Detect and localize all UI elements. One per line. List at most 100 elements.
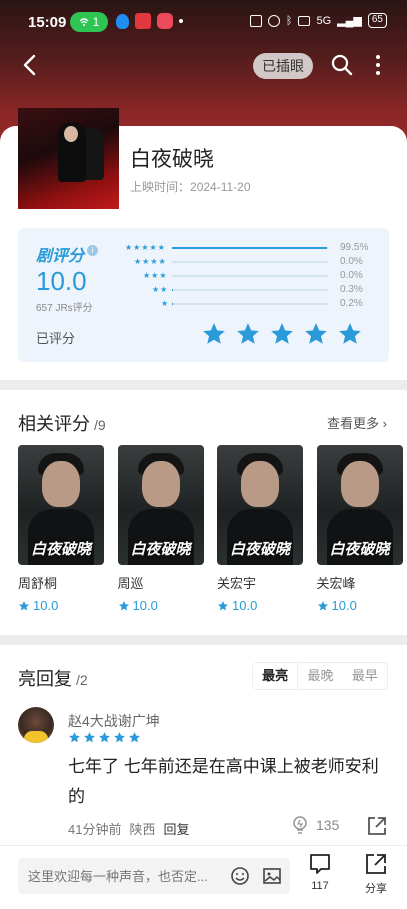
distribution-row: ★ 0.2% — [118, 298, 378, 310]
status-bar: 15:09 1 ᛒ 5G ▂▄▆ 65 — [0, 0, 407, 44]
related-score: 10.0 — [118, 598, 204, 613]
emoji-icon[interactable] — [230, 866, 250, 886]
see-more-link[interactable]: 查看更多 › — [327, 413, 387, 432]
distribution-stars: ★ — [161, 299, 170, 308]
share-reply-icon[interactable] — [366, 815, 388, 837]
related-item[interactable]: 白夜破晓关宏宇 10.0 — [217, 445, 303, 613]
sort-tabs: 最亮 最晚 最早 — [252, 662, 388, 690]
reply-star-icon — [114, 732, 125, 743]
distribution-percent: 0.3% — [340, 284, 363, 295]
distribution-bar — [172, 303, 328, 305]
star-icon — [317, 600, 328, 610]
distribution-percent: 99.5% — [340, 242, 369, 253]
avatar[interactable] — [18, 707, 54, 743]
related-name: 周巡 — [117, 576, 144, 591]
qq-icon — [116, 13, 129, 29]
like-button[interactable]: 135 — [290, 815, 339, 835]
status-time: 15:09 — [28, 14, 67, 31]
my-star-icon — [203, 323, 225, 344]
related-list: 白夜破晓 周舒桐 10.0 白夜破晓 周巡 10.0 白夜破晓 关宏宇 10.0 白夜破晓 关宏峰 1… — [18, 445, 407, 630]
star-icon — [218, 600, 228, 610]
related-score-value: 10.0 — [331, 598, 357, 613]
sort-tab[interactable]: 最亮 — [253, 663, 299, 689]
distribution-percent: 0.2% — [340, 298, 363, 309]
star-icon — [19, 600, 29, 610]
related-score: 10.0 — [317, 598, 403, 613]
like-count: 135 — [316, 817, 340, 833]
related-score-value: 10.0 — [232, 598, 258, 613]
info-icon[interactable]: i — [87, 245, 98, 256]
related-item[interactable]: 白夜破晓关宏峰 10.0 — [316, 445, 403, 613]
dot-icon — [179, 19, 183, 23]
replies-section: 亮回复/2 最亮 最晚 最早 赵4大战谢广坤 七年了 七年前还是在高中课上被老师安利… — [0, 645, 407, 845]
related-name: 关宏宇 — [217, 576, 257, 591]
bluetooth-icon: ᛒ — [285, 14, 293, 27]
battery-icon: 65 — [367, 13, 387, 28]
rating-logo: 剧评分 — [36, 248, 85, 265]
related-score-value: 10.0 — [132, 598, 158, 613]
hd-icon — [298, 15, 311, 26]
distribution-row: ★★★ 0.0% — [118, 270, 378, 282]
bookmark-chip[interactable]: 已插眼 — [253, 53, 313, 79]
comments-button[interactable]: 117 — [300, 852, 340, 892]
search-icon[interactable] — [330, 53, 354, 77]
share-button[interactable]: 分享 — [356, 852, 396, 896]
wifi-icon — [79, 18, 89, 26]
related-name: 关宏峰 — [316, 576, 356, 591]
image-icon[interactable] — [262, 866, 282, 886]
more-icon[interactable] — [366, 53, 390, 77]
distribution-stars: ★★ — [152, 285, 169, 294]
related-poster: 白夜破晓 — [117, 445, 204, 565]
related-name: 周舒桐 — [18, 576, 58, 591]
bottom-bar: 117 分享 — [0, 845, 407, 909]
app-notification-icon-2 — [157, 13, 173, 29]
back-button[interactable] — [18, 52, 44, 78]
reply-button[interactable]: 回复 — [163, 819, 189, 838]
distribution-bar — [172, 261, 328, 263]
distribution-row: ★★ 0.3% — [118, 284, 378, 296]
related-score: 10.0 — [18, 598, 104, 613]
reply-rating-stars — [68, 731, 141, 744]
nfc-icon — [249, 14, 262, 27]
sort-tab[interactable]: 最早 — [343, 663, 387, 689]
release-date: 上映时间：2024-11-20 — [130, 180, 251, 194]
comment-icon — [310, 854, 330, 874]
replies-title: 亮回复/2 — [18, 669, 88, 689]
signal-icon: ▂▄▆ — [337, 15, 362, 27]
distribution-bar — [172, 275, 328, 277]
app-notification-icon — [135, 13, 151, 29]
reply-time: 41分钟前 — [68, 822, 122, 837]
notification-icons — [116, 13, 183, 29]
distribution-stars: ★★★★★ — [125, 243, 166, 252]
related-item[interactable]: 白夜破晓周舒桐 10.0 — [18, 445, 104, 613]
reply-star-icon — [69, 732, 80, 743]
distribution-row: ★★★★ 0.0% — [118, 256, 378, 268]
related-score-value: 10.0 — [33, 598, 59, 613]
average-score: 10.0 — [36, 266, 87, 296]
share-icon — [366, 854, 386, 874]
related-poster: 白夜破晓 — [217, 445, 303, 565]
poster-caption: 白夜破晓 — [30, 541, 91, 558]
related-section: 相关评分/9 查看更多 › 白夜破晓 周舒桐 10.0 白夜破晓 周巡 10.0 白夜破晓关… — [0, 390, 407, 635]
related-poster: 白夜破晓 — [316, 445, 403, 565]
rating-count: 657 JRs评分 — [36, 303, 93, 314]
reply-username[interactable]: 赵4大战谢广坤 — [68, 711, 160, 731]
distribution-percent: 0.0% — [340, 256, 363, 267]
lightbulb-icon — [293, 816, 307, 834]
sort-tab[interactable]: 最晚 — [298, 663, 342, 689]
work-poster[interactable] — [18, 108, 119, 209]
distribution-stars: ★★★★ — [134, 257, 167, 266]
system-icons: ᛒ 5G ▂▄▆ 65 — [249, 13, 387, 28]
my-rating-stars[interactable] — [201, 321, 363, 347]
reply-star-icon — [84, 732, 95, 743]
distribution-bar — [172, 247, 328, 249]
comment-input[interactable] — [28, 858, 228, 894]
comment-input-box[interactable] — [18, 858, 290, 894]
work-title: 白夜破晓 — [130, 148, 214, 171]
poster-caption: 白夜破晓 — [229, 541, 290, 558]
distribution-fill — [172, 247, 328, 249]
related-poster: 白夜破晓 — [18, 445, 104, 565]
comments-count: 117 — [311, 880, 329, 892]
distribution-row: ★★★★★ 99.5% — [118, 242, 378, 254]
related-item[interactable]: 白夜破晓周巡 10.0 — [117, 445, 204, 613]
